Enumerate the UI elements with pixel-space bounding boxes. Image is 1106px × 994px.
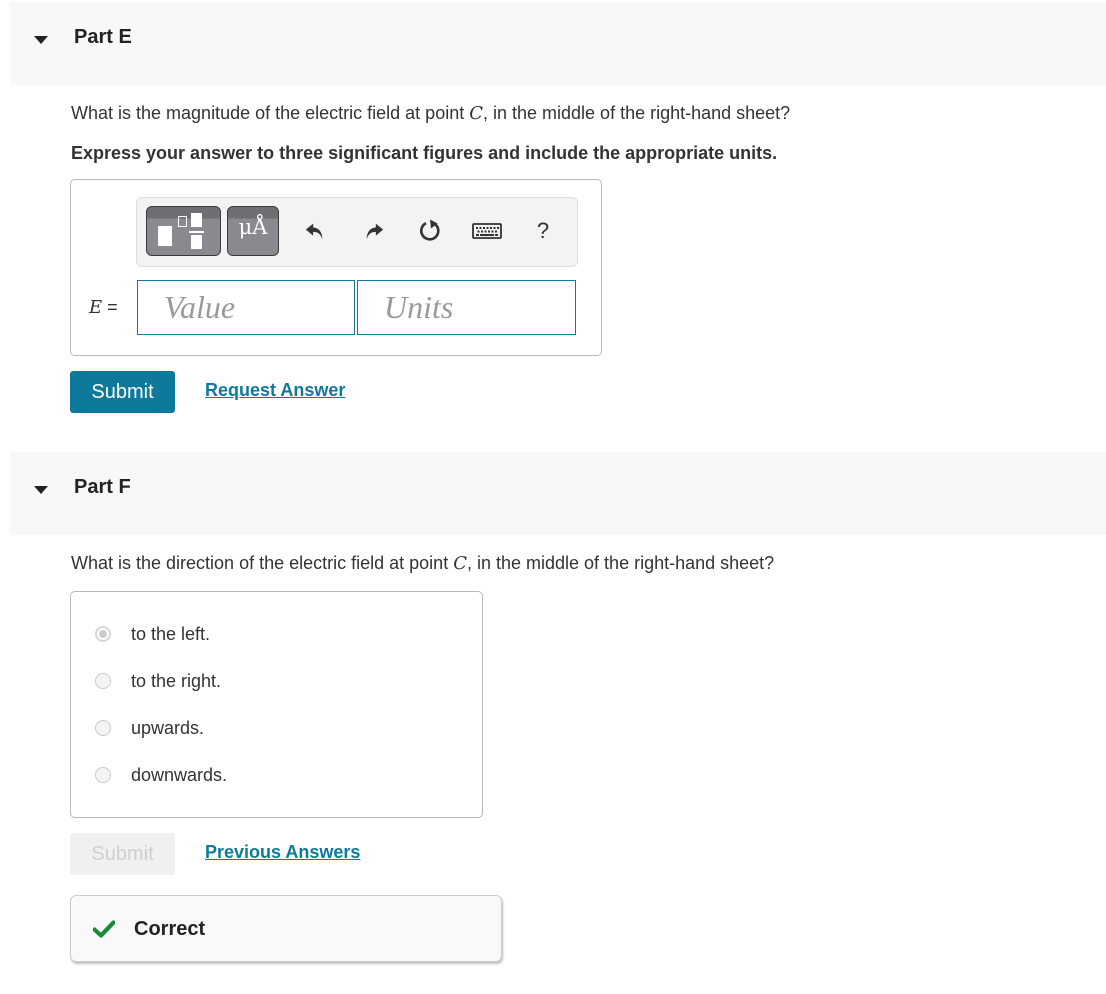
option-label: to the left.: [131, 623, 211, 644]
value-input[interactable]: [138, 281, 354, 334]
units-field[interactable]: [357, 280, 576, 335]
equation-label: E =: [89, 297, 118, 318]
radio-button[interactable]: [95, 767, 111, 783]
part-f-submit-button: Submit: [70, 833, 175, 875]
feedback-correct: Correct: [70, 895, 502, 962]
equation-variable: E: [89, 297, 103, 318]
part-f-question: What is the direction of the electric fi…: [71, 553, 774, 574]
part-e-instruction: Express your answer to three significant…: [71, 143, 778, 163]
help-button[interactable]: ?: [528, 216, 558, 246]
question-text: What is the direction of the electric fi…: [71, 553, 454, 573]
units-input[interactable]: [358, 281, 575, 334]
math-toolbar: μÅ ?: [136, 197, 578, 267]
option-downwards[interactable]: downwards.: [95, 760, 227, 790]
option-label: upwards.: [131, 717, 205, 738]
part-e-title: Part E: [74, 26, 132, 48]
templates-button[interactable]: [146, 206, 221, 256]
question-text: What is the magnitude of the electric fi…: [71, 103, 470, 123]
part-f-header[interactable]: Part F: [10, 452, 1106, 535]
reset-icon: [420, 219, 440, 241]
option-upwards[interactable]: upwards.: [95, 713, 204, 743]
keyboard-button[interactable]: [472, 216, 502, 246]
feedback-text: Correct: [134, 918, 206, 940]
units-icon: μÅ: [238, 215, 268, 239]
part-e-header[interactable]: Part E: [10, 2, 1106, 85]
undo-icon: [305, 223, 323, 240]
value-field[interactable]: [137, 280, 355, 335]
option-to-the-left[interactable]: to the left.: [95, 619, 210, 649]
equals-sign: =: [102, 297, 118, 317]
point-variable: C: [453, 553, 467, 574]
option-to-the-right[interactable]: to the right.: [95, 666, 221, 696]
direction-options: to the left. to the right. upwards. down…: [70, 591, 483, 818]
redo-button[interactable]: [359, 216, 389, 246]
question-text-end: , in the middle of the right-hand sheet?: [466, 553, 775, 573]
point-variable: C: [469, 103, 483, 124]
radio-button[interactable]: [95, 720, 111, 736]
question-text-end: , in the middle of the right-hand sheet?: [483, 103, 791, 123]
collapse-caret-icon[interactable]: [34, 486, 48, 494]
reset-button[interactable]: [416, 216, 446, 246]
option-label: downwards.: [131, 764, 228, 785]
part-e-submit-button[interactable]: Submit: [70, 371, 175, 413]
units-button[interactable]: μÅ: [227, 206, 279, 256]
request-answer-link[interactable]: Request Answer: [205, 380, 345, 401]
radio-button[interactable]: [95, 673, 111, 689]
part-f-title: Part F: [74, 476, 131, 498]
help-icon: ?: [536, 218, 550, 243]
previous-answers-link[interactable]: Previous Answers: [205, 842, 360, 863]
keyboard-icon: [472, 223, 502, 239]
checkmark-icon: [93, 920, 115, 938]
option-label: to the right.: [131, 670, 222, 691]
radio-button-selected[interactable]: [95, 626, 111, 642]
answer-input-box: μÅ ? E = Value Units: [70, 179, 602, 356]
part-e-question: What is the magnitude of the electric fi…: [71, 103, 790, 124]
undo-button[interactable]: [300, 216, 330, 246]
collapse-caret-icon[interactable]: [34, 36, 48, 44]
redo-icon: [366, 223, 384, 240]
